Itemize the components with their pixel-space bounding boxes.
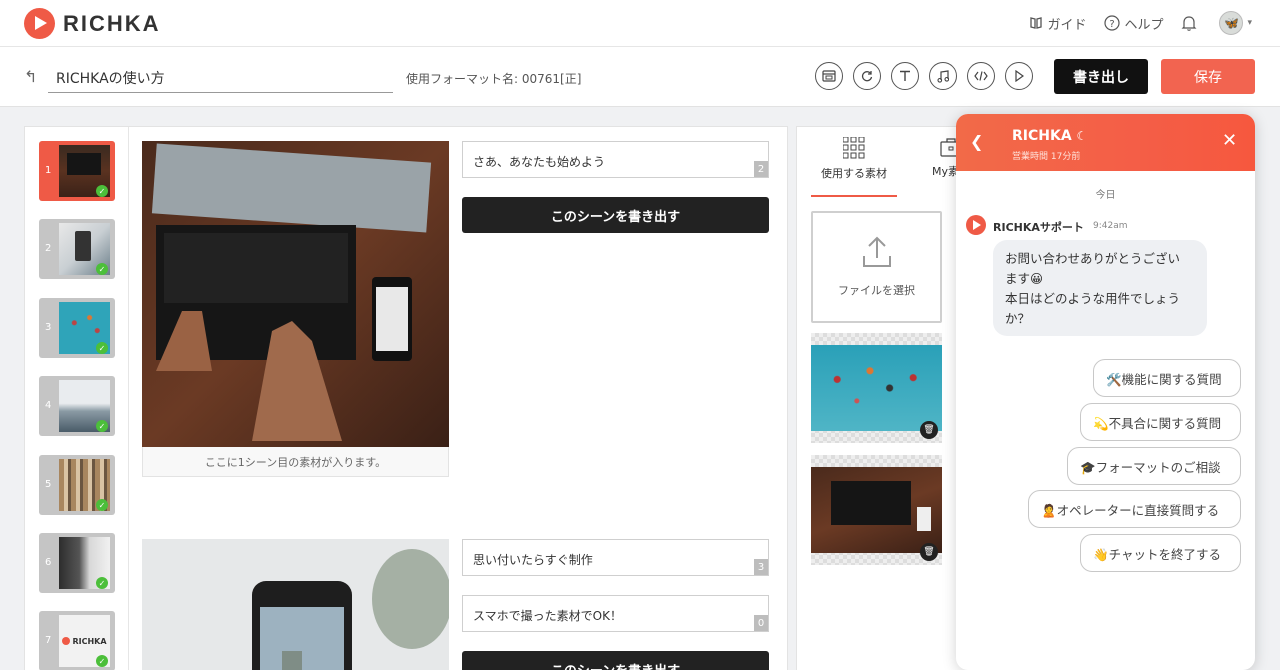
check-icon: ✓ xyxy=(96,185,108,197)
moon-icon: ☾ xyxy=(1076,129,1088,143)
play-preview-icon[interactable] xyxy=(1005,62,1033,90)
check-icon: ✓ xyxy=(96,342,108,354)
refresh-icon[interactable] xyxy=(853,62,881,90)
agent-name: RICHKAサポート xyxy=(993,221,1084,234)
tab-used-materials[interactable]: 使用する素材 xyxy=(811,137,897,197)
chat-option-operator[interactable]: 🙎オペレーターに直接質問する xyxy=(1028,490,1241,528)
chevron-left-icon[interactable]: ❮ xyxy=(970,132,983,151)
scene-2-text-field-1[interactable]: 思い付いたらすぐ制作 3 xyxy=(462,539,769,576)
chat-option-feature[interactable]: 🛠️機能に関する質問 xyxy=(1093,359,1241,397)
material-thumbnail-laptop[interactable]: 🗑 xyxy=(811,455,942,565)
date-divider: 今日 xyxy=(1095,190,1116,201)
chat-status: 営業時間 17分前 xyxy=(1012,152,1081,162)
help-link[interactable]: ? ヘルプ xyxy=(1104,14,1163,33)
scene-2-text-field-2[interactable]: スマホで撮った素材でOK！ 0 xyxy=(462,595,769,632)
check-icon: ✓ xyxy=(96,263,108,275)
support-chat-widget: ❮ RICHKA ☾ 営業時間 17分前 ✕ 今日 RICHKAサポート 9:4… xyxy=(956,114,1255,670)
music-icon[interactable] xyxy=(929,62,957,90)
material-thumbnail-balloons[interactable]: 🗑 xyxy=(811,333,942,443)
save-button[interactable]: 保存 xyxy=(1161,59,1255,94)
chat-title: RICHKA ☾ xyxy=(1012,128,1088,144)
help-label: ヘルプ xyxy=(1124,17,1164,33)
play-logo-icon xyxy=(24,8,55,39)
project-toolbar: ↰ 使用フォーマット名: 00761[正] 書き出し 保存 xyxy=(0,47,1280,107)
file-select-button[interactable]: ファイルを選択 xyxy=(811,211,942,323)
svg-text:?: ? xyxy=(1110,19,1115,30)
chat-header: ❮ RICHKA ☾ 営業時間 17分前 ✕ xyxy=(956,114,1255,171)
guide-link[interactable]: ガイド xyxy=(1029,14,1086,33)
code-icon[interactable] xyxy=(967,62,995,90)
scene-thumbnail-2[interactable]: 2 ✓ xyxy=(39,219,115,279)
template-icon[interactable] xyxy=(815,62,843,90)
scene-thumbnail-6[interactable]: 6 ✓ xyxy=(39,533,115,593)
bell-icon xyxy=(1182,15,1197,31)
char-count-badge: 2 xyxy=(754,161,768,177)
check-icon: ✓ xyxy=(96,420,108,432)
export-button[interactable]: 書き出し xyxy=(1054,59,1148,94)
agent-avatar-icon xyxy=(966,215,986,235)
guide-label: ガイド xyxy=(1047,17,1087,33)
richka-logo[interactable]: RICHKA xyxy=(24,8,161,39)
material-image xyxy=(811,345,942,431)
chat-option-end[interactable]: 👋チャットを終了する xyxy=(1080,534,1241,572)
scene-thumbnail-7[interactable]: 7 RICHKA ✓ xyxy=(39,611,115,670)
notification-bell[interactable] xyxy=(1181,15,1201,32)
check-icon: ✓ xyxy=(96,655,108,667)
close-icon[interactable]: ✕ xyxy=(1222,130,1237,151)
project-title-input[interactable] xyxy=(48,63,393,93)
char-count-badge: 0 xyxy=(754,615,768,631)
scene-2-image[interactable] xyxy=(142,539,452,670)
chevron-down-icon: ▾ xyxy=(1247,18,1252,28)
chat-message-bubble: お問い合わせありがとうござい ます😀 本日はどのような用件でしょう か？ xyxy=(993,240,1207,336)
scene-1-caption: ここに1シーン目の素材が入ります。 xyxy=(142,447,449,477)
grid-icon xyxy=(843,137,865,159)
scene-editor: 1 ✓ 2 ✓ 3 ✓ 4 ✓ 5 ✓ 6 ✓ 7 RICHKA ✓ ここに1シ… xyxy=(24,126,788,670)
format-name: 使用フォーマット名: 00761[正] xyxy=(406,72,582,86)
chat-option-format[interactable]: 🎓フォーマットのご相談 xyxy=(1067,447,1241,485)
chat-option-bug[interactable]: 💫不具合に関する質問 xyxy=(1080,403,1241,441)
back-arrow-icon[interactable]: ↰ xyxy=(24,67,37,86)
question-icon: ? xyxy=(1104,15,1121,31)
check-icon: ✓ xyxy=(96,577,108,589)
text-icon[interactable] xyxy=(891,62,919,90)
check-icon: ✓ xyxy=(96,499,108,511)
user-menu[interactable]: 🦋 ▾ xyxy=(1219,11,1252,35)
scene-1-export-button[interactable]: このシーンを書き出す xyxy=(462,197,769,233)
upload-icon xyxy=(862,236,891,267)
scene-2-export-button[interactable]: このシーンを書き出す xyxy=(462,651,769,670)
scene-1-image[interactable] xyxy=(142,141,449,447)
scene-thumbnail-list: 1 ✓ 2 ✓ 3 ✓ 4 ✓ 5 ✓ 6 ✓ 7 RICHKA ✓ xyxy=(25,127,129,670)
message-time: 9:42am xyxy=(1093,221,1128,231)
char-count-badge: 3 xyxy=(754,559,768,575)
top-bar: RICHKA ガイド ? ヘルプ 🦋 ▾ xyxy=(0,0,1280,47)
logo-text: RICHKA xyxy=(63,10,161,36)
trash-icon[interactable]: 🗑 xyxy=(920,421,938,439)
scene-thumbnail-4[interactable]: 4 ✓ xyxy=(39,376,115,436)
thumbnail-logo-text: RICHKA xyxy=(72,636,107,646)
book-icon xyxy=(1030,17,1043,29)
avatar: 🦋 xyxy=(1219,11,1244,35)
scene-thumbnail-3[interactable]: 3 ✓ xyxy=(39,298,115,358)
trash-icon[interactable]: 🗑 xyxy=(920,543,938,561)
scene-1-text-field[interactable]: さあ、あなたも始めよう 2 xyxy=(462,141,769,178)
scene-thumbnail-5[interactable]: 5 ✓ xyxy=(39,455,115,515)
material-image xyxy=(811,467,942,553)
scene-thumbnail-1[interactable]: 1 ✓ xyxy=(39,141,115,201)
